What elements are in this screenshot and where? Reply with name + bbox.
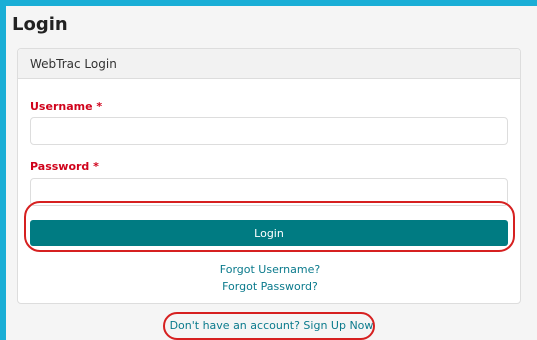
login-panel: WebTrac Login Username * Password * Logi… <box>17 48 521 304</box>
panel-heading: WebTrac Login <box>18 49 520 79</box>
forgot-password-link[interactable]: Forgot Password? <box>18 280 522 293</box>
page-title: Login <box>12 14 68 35</box>
signup-link[interactable]: Don't have an account? Sign Up Now <box>6 319 537 332</box>
forgot-username-link[interactable]: Forgot Username? <box>18 263 522 276</box>
username-label: Username * <box>30 100 103 113</box>
login-button[interactable]: Login <box>30 220 508 246</box>
password-input[interactable] <box>30 178 508 206</box>
password-label: Password * <box>30 160 99 173</box>
username-input[interactable] <box>30 117 508 145</box>
page-background: Login WebTrac Login Username * Password … <box>6 6 537 340</box>
